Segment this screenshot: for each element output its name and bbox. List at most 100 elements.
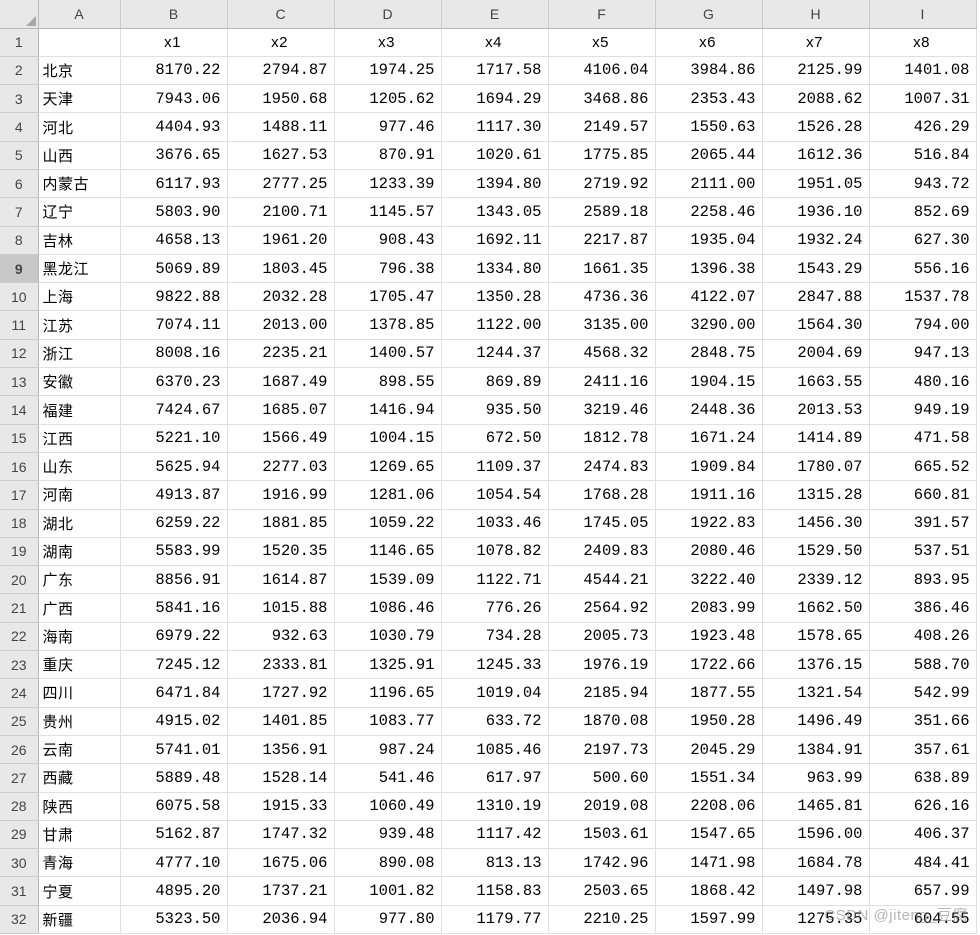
data-cell[interactable]: 1578.65 <box>762 622 869 650</box>
data-cell[interactable]: 1416.94 <box>334 396 441 424</box>
data-cell[interactable]: 8008.16 <box>120 339 227 367</box>
data-cell[interactable]: 1768.28 <box>548 481 655 509</box>
data-cell[interactable]: 1904.15 <box>655 368 762 396</box>
row-header-18[interactable]: 18 <box>0 509 38 537</box>
data-cell[interactable]: 1737.21 <box>227 877 334 905</box>
data-cell[interactable]: 1321.54 <box>762 679 869 707</box>
row-label-cell[interactable]: 贵州 <box>38 707 120 735</box>
data-cell[interactable]: 351.66 <box>869 707 976 735</box>
data-cell[interactable]: 657.99 <box>869 877 976 905</box>
data-cell[interactable]: 977.46 <box>334 113 441 141</box>
data-cell[interactable]: 4404.93 <box>120 113 227 141</box>
data-cell[interactable]: 5583.99 <box>120 537 227 565</box>
row-header-23[interactable]: 23 <box>0 651 38 679</box>
row-label-cell[interactable]: 湖南 <box>38 537 120 565</box>
data-cell[interactable]: 5221.10 <box>120 424 227 452</box>
data-cell[interactable]: 1976.19 <box>548 651 655 679</box>
data-cell[interactable]: 870.91 <box>334 141 441 169</box>
data-cell[interactable]: 2019.08 <box>548 792 655 820</box>
data-cell[interactable]: 1550.63 <box>655 113 762 141</box>
data-cell[interactable]: 6259.22 <box>120 509 227 537</box>
data-cell[interactable]: 1401.85 <box>227 707 334 735</box>
data-cell[interactable]: 1001.82 <box>334 877 441 905</box>
row-header-32[interactable]: 32 <box>0 905 38 933</box>
row-header-1[interactable]: 1 <box>0 28 38 56</box>
data-cell[interactable]: x5 <box>548 28 655 56</box>
data-cell[interactable]: 1526.28 <box>762 113 869 141</box>
data-cell[interactable]: 1909.84 <box>655 452 762 480</box>
data-cell[interactable]: 8856.91 <box>120 566 227 594</box>
data-cell[interactable]: 1078.82 <box>441 537 548 565</box>
data-cell[interactable]: 556.16 <box>869 254 976 282</box>
data-cell[interactable]: 3468.86 <box>548 85 655 113</box>
data-cell[interactable]: 2149.57 <box>548 113 655 141</box>
data-cell[interactable]: 2125.99 <box>762 56 869 84</box>
select-all-corner[interactable] <box>0 0 38 28</box>
row-label-cell[interactable]: 河北 <box>38 113 120 141</box>
data-cell[interactable]: 4895.20 <box>120 877 227 905</box>
data-cell[interactable]: 1662.50 <box>762 594 869 622</box>
row-label-cell[interactable]: 宁夏 <box>38 877 120 905</box>
data-cell[interactable]: 1935.04 <box>655 226 762 254</box>
data-cell[interactable]: 1019.04 <box>441 679 548 707</box>
row-header-26[interactable]: 26 <box>0 735 38 763</box>
data-cell[interactable]: 1004.15 <box>334 424 441 452</box>
row-header-7[interactable]: 7 <box>0 198 38 226</box>
data-cell[interactable]: 2111.00 <box>655 169 762 197</box>
data-cell[interactable]: 1539.09 <box>334 566 441 594</box>
data-cell[interactable]: 2210.25 <box>548 905 655 933</box>
data-cell[interactable]: 1627.53 <box>227 141 334 169</box>
col-header-C[interactable]: C <box>227 0 334 28</box>
row-header-16[interactable]: 16 <box>0 452 38 480</box>
data-cell[interactable]: 1868.42 <box>655 877 762 905</box>
row-label-cell[interactable]: 广东 <box>38 566 120 594</box>
row-header-25[interactable]: 25 <box>0 707 38 735</box>
row-header-14[interactable]: 14 <box>0 396 38 424</box>
data-cell[interactable]: 5323.50 <box>120 905 227 933</box>
row-header-4[interactable]: 4 <box>0 113 38 141</box>
data-cell[interactable]: 1376.15 <box>762 651 869 679</box>
row-label-cell[interactable]: 北京 <box>38 56 120 84</box>
row-label-cell[interactable]: 海南 <box>38 622 120 650</box>
row-header-27[interactable]: 27 <box>0 764 38 792</box>
data-cell[interactable]: 2217.87 <box>548 226 655 254</box>
data-cell[interactable]: 500.60 <box>548 764 655 792</box>
data-cell[interactable]: 2100.71 <box>227 198 334 226</box>
data-cell[interactable]: 1950.68 <box>227 85 334 113</box>
data-cell[interactable]: 5889.48 <box>120 764 227 792</box>
data-cell[interactable]: 1936.10 <box>762 198 869 226</box>
data-cell[interactable]: 1911.16 <box>655 481 762 509</box>
data-cell[interactable]: 1244.37 <box>441 339 548 367</box>
col-header-H[interactable]: H <box>762 0 869 28</box>
data-cell[interactable]: 7245.12 <box>120 651 227 679</box>
data-cell[interactable]: 1717.58 <box>441 56 548 84</box>
row-header-12[interactable]: 12 <box>0 339 38 367</box>
data-cell[interactable]: 3219.46 <box>548 396 655 424</box>
row-label-cell[interactable]: 重庆 <box>38 651 120 679</box>
data-cell[interactable]: 1378.85 <box>334 311 441 339</box>
data-cell[interactable]: 943.72 <box>869 169 976 197</box>
data-cell[interactable]: 480.16 <box>869 368 976 396</box>
data-cell[interactable]: 1030.79 <box>334 622 441 650</box>
data-cell[interactable]: 1687.49 <box>227 368 334 396</box>
row-label-cell[interactable]: 内蒙古 <box>38 169 120 197</box>
spreadsheet-grid[interactable]: ABCDEFGHI 1x1x2x3x4x5x6x7x82北京8170.22279… <box>0 0 980 934</box>
data-cell[interactable]: 1742.96 <box>548 849 655 877</box>
data-cell[interactable]: 1471.98 <box>655 849 762 877</box>
data-cell[interactable]: 2208.06 <box>655 792 762 820</box>
data-cell[interactable]: 2333.81 <box>227 651 334 679</box>
data-cell[interactable]: 2503.65 <box>548 877 655 905</box>
data-cell[interactable]: 1520.35 <box>227 537 334 565</box>
data-cell[interactable]: 1780.07 <box>762 452 869 480</box>
data-cell[interactable]: 2794.87 <box>227 56 334 84</box>
data-cell[interactable]: x6 <box>655 28 762 56</box>
data-cell[interactable]: 665.52 <box>869 452 976 480</box>
data-cell[interactable]: 2005.73 <box>548 622 655 650</box>
col-header-D[interactable]: D <box>334 0 441 28</box>
data-cell[interactable]: 2277.03 <box>227 452 334 480</box>
row-header-22[interactable]: 22 <box>0 622 38 650</box>
data-cell[interactable]: x8 <box>869 28 976 56</box>
col-header-A[interactable]: A <box>38 0 120 28</box>
data-cell[interactable]: 987.24 <box>334 735 441 763</box>
data-cell[interactable]: 1325.91 <box>334 651 441 679</box>
